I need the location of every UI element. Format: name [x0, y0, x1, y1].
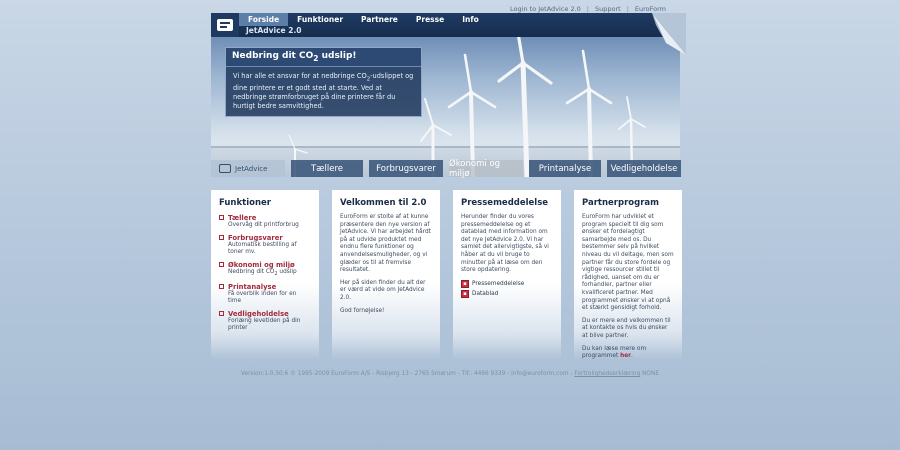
velkommen-text: EuroForm er stolte af at kunne præsenter… — [340, 214, 431, 274]
jetadvice-logo-icon — [219, 164, 231, 173]
presse-text: Herunder finder du vores pressemeddelels… — [461, 214, 549, 274]
partner-heading: Partnerprogram — [582, 198, 659, 208]
tab-oekonomi-og-miljoe[interactable]: Økonomi og miljø — [449, 159, 523, 179]
promo-box: Nedbring dit CO2 udslip! Vi har alle et … — [225, 47, 422, 117]
partner-text: Du er mere end velkommen til at kontakte… — [582, 317, 671, 339]
velkommen-heading: Velkommen til 2.0 — [340, 198, 427, 208]
list-item[interactable]: Vedligeholdelse Forlæng levetiden på din … — [219, 310, 311, 332]
support-link[interactable]: Support — [595, 5, 621, 13]
feature-tabs: JetAdvice Tællere Forbrugsvarer Økonomi … — [211, 159, 681, 179]
column-presse: Pressemeddelelse Herunder finder du vore… — [453, 190, 561, 360]
pdf-link-pressemeddelelse[interactable]: ▪ Pressemeddelelse — [461, 279, 553, 288]
printer-logo-icon — [217, 19, 233, 31]
velkommen-text: Her på siden finder du alt der er værd a… — [340, 279, 426, 301]
column-funktioner: Funktioner Tællere Overvåg dit printforbr… — [211, 190, 319, 360]
main-nav: Forside Funktioner Partnere Presse Info — [239, 13, 488, 26]
logo[interactable] — [211, 13, 239, 37]
square-bullet-icon — [219, 215, 224, 220]
velkommen-text: God fornøjelse! — [340, 307, 385, 314]
tab-jetadvice[interactable]: JetAdvice — [211, 160, 285, 177]
privacy-policy-link[interactable]: Fortrolighedserklæring — [574, 371, 640, 377]
nav-funktioner[interactable]: Funktioner — [288, 13, 352, 26]
promo-title: Nedbring dit CO2 udslip! — [226, 48, 421, 67]
tab-printanalyse[interactable]: Printanalyse — [529, 160, 601, 177]
login-link[interactable]: Login to JetAdvice 2.0 — [510, 5, 581, 13]
presse-heading: Pressemeddelelse — [461, 198, 549, 208]
column-partner: Partnerprogram EuroForm har udviklet et … — [574, 190, 682, 360]
list-item[interactable]: Økonomi og miljø Nedbring dit CO2 udslip — [219, 261, 311, 278]
product-subtitle: JetAdvice 2.0 — [246, 26, 302, 35]
promo-text: Vi har alle et ansvar for at nedbringe C… — [233, 71, 414, 111]
nav-forside[interactable]: Forside — [239, 13, 289, 26]
nav-partnere[interactable]: Partnere — [352, 13, 407, 26]
partner-text: Du kan læse mere om programmet her. — [582, 345, 647, 360]
pdf-icon: ▪ — [461, 279, 469, 288]
list-item[interactable]: Printanalyse Få overblik inden for en tim… — [219, 283, 311, 305]
partner-read-more-link[interactable]: her — [620, 353, 631, 359]
square-bullet-icon — [219, 311, 224, 317]
tab-taellere[interactable]: Tællere — [291, 160, 363, 177]
separator: | — [626, 5, 629, 13]
tab-vedligeholdelse[interactable]: Vedligeholdelse — [607, 160, 681, 177]
nav-presse[interactable]: Presse — [407, 13, 453, 26]
column-velkommen: Velkommen til 2.0 EuroForm er stolte af … — [332, 190, 440, 360]
hero-banner: Nedbring dit CO2 udslip! Vi har alle et … — [211, 37, 680, 177]
euroform-link[interactable]: EuroForm — [635, 5, 666, 13]
pdf-icon: ▪ — [461, 289, 469, 298]
square-bullet-icon — [219, 235, 224, 240]
footer: Version:1.0.50.6 © 1995-2009 EuroForm A/… — [241, 371, 659, 377]
pdf-link-datablad[interactable]: ▪ Datablad — [461, 289, 553, 298]
list-item[interactable]: Forbrugsvarer Automatisk bestilling af to… — [219, 234, 311, 256]
square-bullet-icon — [219, 262, 224, 267]
feature-list: Tællere Overvåg dit printforbrug Forbrugs… — [219, 214, 311, 332]
list-item[interactable]: Tællere Overvåg dit printforbrug — [219, 214, 311, 229]
nav-info[interactable]: Info — [453, 13, 488, 26]
separator: | — [586, 5, 589, 13]
funktioner-heading: Funktioner — [219, 198, 271, 208]
tab-forbrugsvarer[interactable]: Forbrugsvarer — [369, 160, 443, 177]
top-links: Login to JetAdvice 2.0 | Support | EuroF… — [510, 5, 666, 13]
partner-text: EuroForm har udviklet et program speciel… — [582, 214, 674, 312]
page-curl-decoration — [652, 13, 686, 55]
square-bullet-icon — [219, 284, 224, 290]
